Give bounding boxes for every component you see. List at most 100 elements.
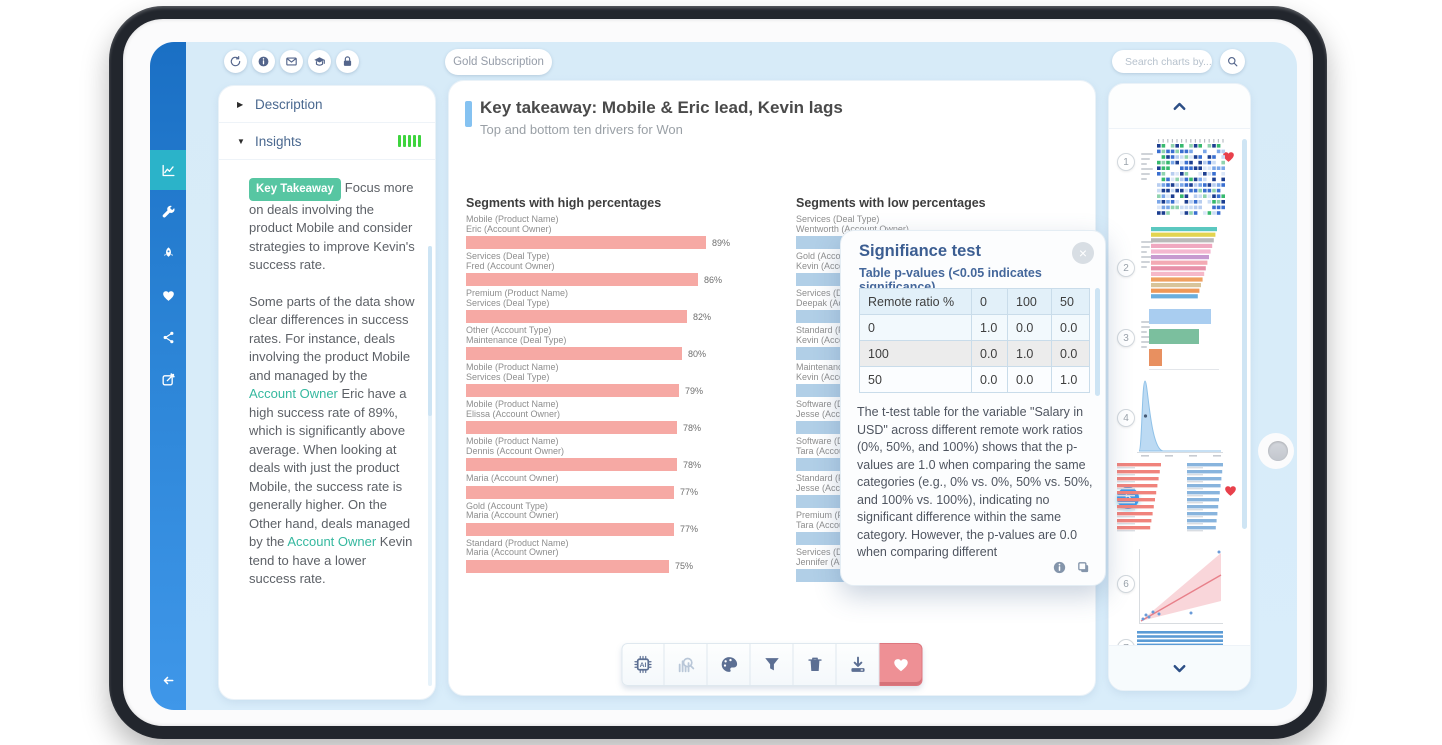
ai-button[interactable]: AI xyxy=(622,643,665,686)
driver-row: Premium (Product Name)Services (Deal Typ… xyxy=(466,289,754,323)
sidebar-item-boost[interactable] xyxy=(150,232,186,274)
rocket-icon xyxy=(161,246,176,261)
chart-thumbnail-3[interactable]: 3 xyxy=(1109,307,1251,373)
thumbnail-chart-preview xyxy=(1117,463,1241,535)
driver-bar[interactable] xyxy=(466,486,674,499)
driver-row: Services (Deal Type)Fred (Account Owner)… xyxy=(466,252,754,286)
thumbnail-chart-preview xyxy=(1133,375,1225,457)
lock-icon-button[interactable] xyxy=(336,50,359,73)
driver-row: Mobile (Product Name)Eric (Account Owner… xyxy=(466,215,754,249)
chart-thumbnail-4[interactable]: 4 xyxy=(1109,373,1251,459)
driver-bar[interactable] xyxy=(466,273,698,286)
driver-labels: Premium (Product Name)Services (Deal Typ… xyxy=(466,289,754,308)
heart-icon xyxy=(161,288,176,303)
high-percent-chart: Segments with high percentages Mobile (P… xyxy=(466,196,754,576)
chart-subtitle: Top and bottom ten drivers for Won xyxy=(480,122,683,137)
sidebar-item-favorites[interactable] xyxy=(150,274,186,316)
sidebar-item-charts[interactable] xyxy=(150,150,186,190)
lock-icon xyxy=(341,55,354,68)
driver-value: 79% xyxy=(685,386,703,396)
driver-value: 82% xyxy=(693,312,711,322)
driver-bar[interactable] xyxy=(466,560,669,573)
trash-icon xyxy=(805,655,824,674)
title-accent-bar xyxy=(465,101,472,127)
driver-value: 78% xyxy=(683,460,701,470)
driver-row: Maria (Account Owner)77% xyxy=(466,474,754,499)
panel-scrollbar[interactable] xyxy=(428,246,432,686)
palette-icon xyxy=(719,655,738,674)
scroll-down-button[interactable] xyxy=(1109,645,1250,690)
insight-text: Key TakeawayFocus more on deals involvin… xyxy=(219,160,435,621)
driver-bar[interactable] xyxy=(466,310,687,323)
thumbnail-number: 1 xyxy=(1117,153,1135,171)
home-button[interactable] xyxy=(1268,441,1288,461)
driver-row: Mobile (Product Name)Dennis (Account Own… xyxy=(466,437,754,471)
chart-thumbnail-1[interactable]: 1 xyxy=(1109,137,1251,223)
history-icon-button[interactable] xyxy=(224,50,247,73)
table-header-cell: 50 xyxy=(1052,289,1090,315)
education-icon-button[interactable] xyxy=(308,50,331,73)
chart-thumbnail-2[interactable]: 2 xyxy=(1109,223,1251,307)
sidebar-item-edit[interactable] xyxy=(150,358,186,400)
delete-button[interactable] xyxy=(794,643,837,686)
scroll-up-button[interactable] xyxy=(1109,84,1250,129)
close-icon[interactable]: × xyxy=(1072,242,1094,264)
thumbnails-scrollbar[interactable] xyxy=(1242,139,1247,529)
section-description[interactable]: ▶ Description xyxy=(219,86,435,123)
driver-bar[interactable] xyxy=(466,458,677,471)
sidebar xyxy=(150,42,186,710)
chart-column-header: Segments with low percentages xyxy=(796,196,1086,210)
section-label: Insights xyxy=(255,134,302,149)
education-icon xyxy=(313,55,326,68)
driver-bar[interactable] xyxy=(466,236,706,249)
subscription-label: Gold Subscription xyxy=(453,56,544,68)
favorite-button[interactable] xyxy=(880,643,923,686)
triangle-down-icon: ▼ xyxy=(237,137,255,146)
driver-bar[interactable] xyxy=(466,523,674,536)
driver-labels: Services (Deal Type)Fred (Account Owner) xyxy=(466,252,754,271)
driver-value: 77% xyxy=(680,524,698,534)
driver-row: Standard (Product Name)Maria (Account Ow… xyxy=(466,539,754,573)
download-icon xyxy=(848,655,867,674)
driver-bar[interactable] xyxy=(466,421,677,434)
section-insights[interactable]: ▼ Insights xyxy=(219,123,435,160)
insight-paragraph-2: Some parts of the data show clear differ… xyxy=(249,293,415,589)
search-input[interactable]: Search charts by... xyxy=(1112,50,1212,73)
table-cell: 100 xyxy=(860,341,972,367)
download-button[interactable] xyxy=(837,643,880,686)
driver-labels: Gold (Account Type)Maria (Account Owner) xyxy=(466,502,754,521)
palette-button[interactable] xyxy=(708,643,751,686)
search-placeholder: Search charts by... xyxy=(1125,56,1212,68)
copy-icon[interactable] xyxy=(1076,560,1091,575)
driver-labels: Mobile (Product Name)Eric (Account Owner… xyxy=(466,215,754,234)
driver-bar[interactable] xyxy=(466,347,682,360)
table-scrollbar[interactable] xyxy=(1095,288,1100,396)
app-screen: Gold Subscription Search charts by... ▶ … xyxy=(150,42,1297,710)
filter-button[interactable] xyxy=(751,643,794,686)
triangle-right-icon: ▶ xyxy=(237,100,255,109)
table-cell: 50 xyxy=(860,367,972,393)
account-owner-link[interactable]: Account Owner xyxy=(287,534,376,549)
collapse-sidebar-button[interactable] xyxy=(150,650,186,710)
mail-icon-button[interactable] xyxy=(280,50,303,73)
thumbnail-chart-preview xyxy=(1151,227,1229,303)
info-icon-button[interactable] xyxy=(252,50,275,73)
insight-text-segment: Eric have a high success rate of 89%, wh… xyxy=(249,386,410,549)
funnel-icon xyxy=(762,655,781,674)
table-cell: 0.0 xyxy=(1052,315,1090,341)
account-owner-link[interactable]: Account Owner xyxy=(249,386,338,401)
sidebar-item-share[interactable] xyxy=(150,316,186,358)
search-button[interactable] xyxy=(1220,49,1245,74)
driver-row: Mobile (Product Name)Services (Deal Type… xyxy=(466,363,754,397)
chart-thumbnail-5[interactable]: 5 xyxy=(1109,459,1251,539)
back-arrow-icon xyxy=(161,673,176,688)
table-cell: 0.0 xyxy=(972,367,1008,393)
chart-zoom-button[interactable] xyxy=(665,643,708,686)
driver-bar[interactable] xyxy=(466,384,679,397)
chart-thumbnail-6[interactable]: 6 xyxy=(1109,539,1251,631)
info-icon[interactable] xyxy=(1052,560,1067,575)
table-cell: 0 xyxy=(860,315,972,341)
chart-column-header: Segments with high percentages xyxy=(466,196,754,210)
sidebar-item-tools[interactable] xyxy=(150,190,186,232)
table-cell: 0.0 xyxy=(1052,341,1090,367)
